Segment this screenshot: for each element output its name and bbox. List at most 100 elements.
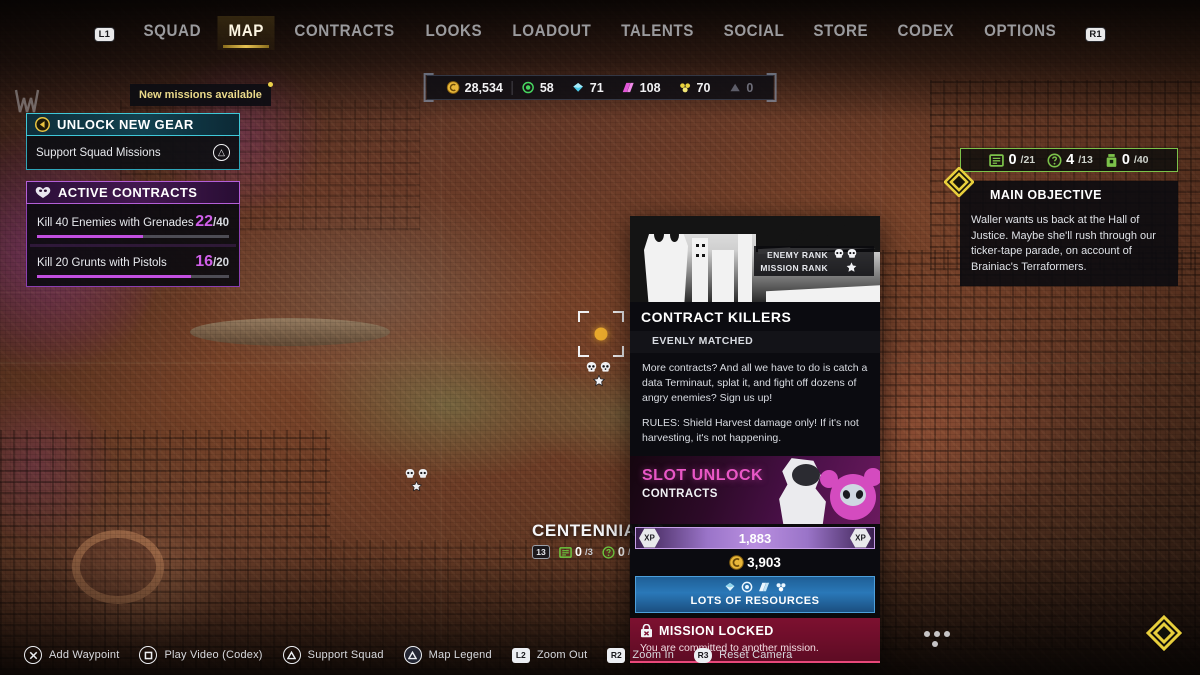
skull-icon (405, 469, 415, 478)
map-marker-selected[interactable] (586, 362, 611, 387)
mission-rank-icons (834, 262, 868, 273)
notification-dot-icon (267, 82, 273, 87)
art-window (696, 254, 699, 257)
hint-zoom-in[interactable]: R2 Zoom In (607, 647, 675, 663)
art-building (712, 250, 734, 302)
new-missions-toast: New missions available (130, 82, 273, 106)
yellow-cluster-icon (776, 583, 785, 592)
square-button-icon (139, 646, 158, 664)
coin-icon (446, 81, 460, 94)
hint-reset-camera[interactable]: R3 Reset Camera (694, 647, 792, 663)
enemy-rank-line: ENEMY RANK (760, 249, 868, 260)
hint-play-video[interactable]: Play Video (Codex) (139, 646, 262, 664)
map-selection-reticle (578, 311, 624, 357)
contract-progress-track (37, 275, 229, 278)
hint-zoom-out[interactable]: L2 Zoom Out (511, 647, 588, 663)
resource-value: 70 (696, 80, 711, 95)
contract-progress-fill (37, 275, 191, 278)
magenta-shard-icon (622, 82, 634, 93)
hint-support-squad[interactable]: Support Squad (282, 646, 384, 664)
tab-loadout[interactable]: LOADOUT (501, 16, 602, 50)
mission-card-artwork: ENEMY RANK MISSION RANK (630, 216, 880, 302)
mission-description-rules: RULES: Shield Harvest damage only! If it… (642, 416, 859, 444)
reticle-corner (578, 346, 589, 357)
tab-contracts[interactable]: CONTRACTS (283, 16, 405, 50)
resource-reward-icons (636, 581, 874, 593)
mission-description: More contracts? And all we have to do is… (630, 353, 880, 457)
tab-store[interactable]: STORE (803, 16, 880, 50)
l2-trigger-icon: L2 (511, 647, 530, 663)
art-figure (644, 222, 688, 302)
resource-blue: 71 (563, 81, 613, 95)
datapack-icon (989, 153, 1005, 167)
objective-description: Waller wants us back at the Hall of Just… (971, 214, 1156, 273)
green-gem-icon (522, 81, 535, 94)
mission-rank-box: ENEMY RANK MISSION RANK (754, 246, 874, 276)
tab-map[interactable]: MAP (217, 16, 276, 50)
triangle-button-icon (403, 646, 422, 664)
coin-icon (729, 555, 744, 570)
tab-codex[interactable]: CODEX (886, 16, 965, 50)
right-bumper-hint: R1 (1071, 24, 1120, 42)
map-marker-mission[interactable] (405, 469, 428, 492)
hint-map-legend[interactable]: Map Legend (403, 646, 492, 664)
reticle-corner (613, 311, 624, 322)
unlock-gear-header: UNLOCK NEW GEAR (26, 113, 240, 136)
contract-row[interactable]: Kill 20 Grunts with Pistols 16/20 (30, 247, 236, 278)
bottom-hint-bar: Add Waypoint Play Video (Codex) Support … (0, 635, 1200, 675)
resource-bar: 28,534 58 71 108 70 0 (423, 73, 777, 102)
tab-options[interactable]: OPTIONS (973, 16, 1067, 50)
region-level-badge: 13 (532, 545, 550, 559)
reticle-corner (613, 346, 624, 357)
hint-label: Play Video (Codex) (164, 649, 263, 661)
contract-progress-count: 16/20 (195, 253, 229, 271)
hint-label: Zoom In (632, 649, 675, 661)
star-icon (411, 481, 422, 492)
collectible-total: /13 (1078, 154, 1093, 166)
support-squad-missions-row[interactable]: Support Squad Missions △ (26, 136, 240, 170)
collectible-current: 0 (1008, 152, 1017, 168)
triangle-button-icon[interactable]: △ (213, 144, 230, 161)
resource-value: 0 (746, 80, 754, 95)
mission-detail-card[interactable]: ENEMY RANK MISSION RANK CONTRACT KILLERS… (630, 216, 880, 664)
game-screen: CENTENNIAL P 13 0 /3 0 /1 (0, 0, 1200, 675)
resource-locked: 0 (719, 81, 762, 95)
tab-squad[interactable]: SQUAD (132, 16, 212, 50)
skull-icon (600, 362, 611, 372)
resource-green: 58 (511, 80, 563, 95)
tab-talents[interactable]: TALENTS (611, 16, 706, 50)
mission-subtitle: EVENLY MATCHED (630, 331, 880, 353)
r2-trigger-icon: R2 (607, 647, 626, 663)
contract-row[interactable]: Kill 40 Enemies with Grenades 22/40 (30, 207, 236, 238)
contract-name: Kill 40 Enemies with Grenades (37, 217, 194, 229)
contract-name: Kill 20 Grunts with Pistols (37, 257, 167, 269)
green-gem-icon (741, 581, 752, 593)
resource-value: 71 (589, 80, 604, 95)
tab-looks[interactable]: LOOKS (414, 16, 493, 50)
hint-add-waypoint[interactable]: Add Waypoint (24, 646, 119, 664)
left-bumper-hint: L1 (80, 24, 129, 42)
skull-icon (834, 249, 844, 258)
enemy-rank-icons (834, 249, 868, 260)
collectible-current: 4 (1066, 152, 1075, 168)
tab-social[interactable]: SOCIAL (713, 16, 796, 50)
blue-gem-icon (573, 83, 584, 92)
support-squad-missions-label: Support Squad Missions (36, 146, 161, 159)
reward-banner: SLOT UNLOCK CONTRACTS (630, 456, 880, 525)
region-stat-datapack: 0 /3 (559, 545, 593, 559)
xp-badge-left-icon: XP (639, 528, 660, 548)
hint-label: Map Legend (428, 649, 492, 661)
xp-reward-value: 1,883 (738, 530, 772, 546)
contract-progress-count: 22/40 (195, 213, 229, 231)
active-contracts-panel: ACTIVE CONTRACTS Kill 40 Enemies with Gr… (26, 181, 240, 287)
contract-line: Kill 40 Enemies with Grenades 22/40 (37, 213, 229, 231)
xp-badge-right-icon: XP (850, 528, 871, 548)
skull-icon (418, 469, 428, 478)
mission-description-paragraph: More contracts? And all we have to do is… (642, 362, 868, 405)
top-navigation: L1 SQUAD MAP CONTRACTS LOOKS LOADOUT TAL… (0, 0, 1200, 66)
art-window (702, 244, 705, 247)
canister-icon (1106, 153, 1117, 167)
resource-reward-label: LOTS OF RESOURCES (690, 595, 820, 608)
toast-label: New missions available (139, 89, 262, 101)
currency-reward-value: 3,903 (747, 555, 781, 571)
